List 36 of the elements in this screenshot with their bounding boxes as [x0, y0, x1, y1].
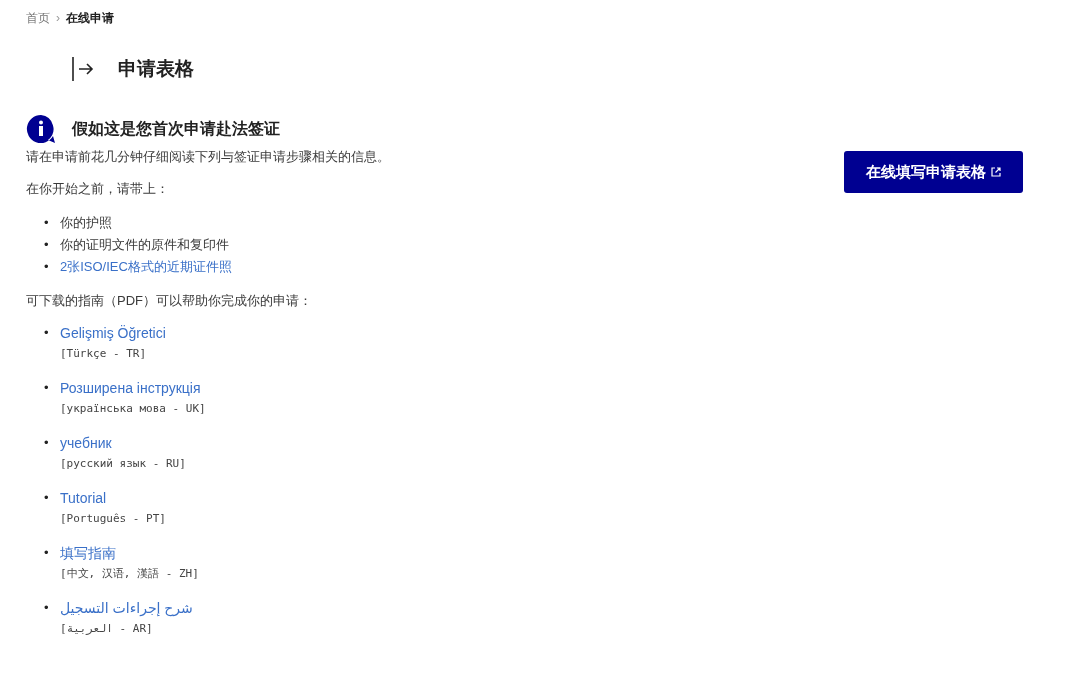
- guide-link[interactable]: شرح إجراءات التسجيل: [60, 597, 193, 619]
- photo-link[interactable]: 2张ISO/IEC格式的近期证件照: [60, 256, 232, 278]
- guides-label: 可下载的指南（PDF）可以帮助你完成你的申请：: [26, 292, 313, 310]
- breadcrumb-current: 在线申请: [66, 9, 114, 27]
- language-label: [русский язык - RU]: [60, 456, 186, 472]
- arrow-to-bar-icon: [72, 56, 94, 82]
- bullet: •: [44, 434, 50, 452]
- guide-link[interactable]: Gelişmiş Öğretici: [60, 322, 166, 344]
- guide-link[interactable]: Tutorial: [60, 487, 166, 509]
- page-title: 申请表格: [118, 57, 194, 81]
- language-label: [العربية - AR]: [60, 621, 154, 637]
- language-label: [українська мова - UK]: [60, 401, 206, 417]
- info-icon: [26, 114, 56, 144]
- list-item-text: 你的证明文件的原件和复印件: [60, 236, 229, 254]
- external-link-icon: [991, 167, 1001, 177]
- bullet: •: [44, 214, 50, 232]
- language-label: [Português - PT]: [60, 511, 166, 527]
- bullet: •: [44, 599, 50, 617]
- bullet: •: [44, 324, 50, 342]
- notice-title: 假如这是您首次申请赴法签证: [72, 118, 280, 139]
- intro-text: 请在申请前花几分钟仔细阅读下列与签证申请步骤相关的信息。: [26, 148, 391, 166]
- bullet: •: [44, 489, 50, 507]
- language-label: [中文, 汉语, 漢語 - ZH]: [60, 566, 199, 582]
- bullet: •: [44, 236, 50, 254]
- guide-link[interactable]: 填写指南: [60, 542, 199, 564]
- bullet: •: [44, 544, 50, 562]
- guide-link[interactable]: Розширена інструкція: [60, 377, 206, 399]
- language-label: [Türkçe - TR]: [60, 346, 148, 362]
- list-item-text: 你的护照: [60, 214, 112, 232]
- bring-label: 在你开始之前，请带上：: [26, 180, 170, 198]
- apply-online-button[interactable]: 在线填写申请表格: [844, 151, 1023, 193]
- bullet: •: [44, 379, 50, 397]
- breadcrumb-separator: ›: [56, 11, 60, 25]
- breadcrumb-link[interactable]: 首页: [26, 9, 50, 27]
- bullet: •: [44, 258, 50, 276]
- guide-link[interactable]: учебник: [60, 432, 186, 454]
